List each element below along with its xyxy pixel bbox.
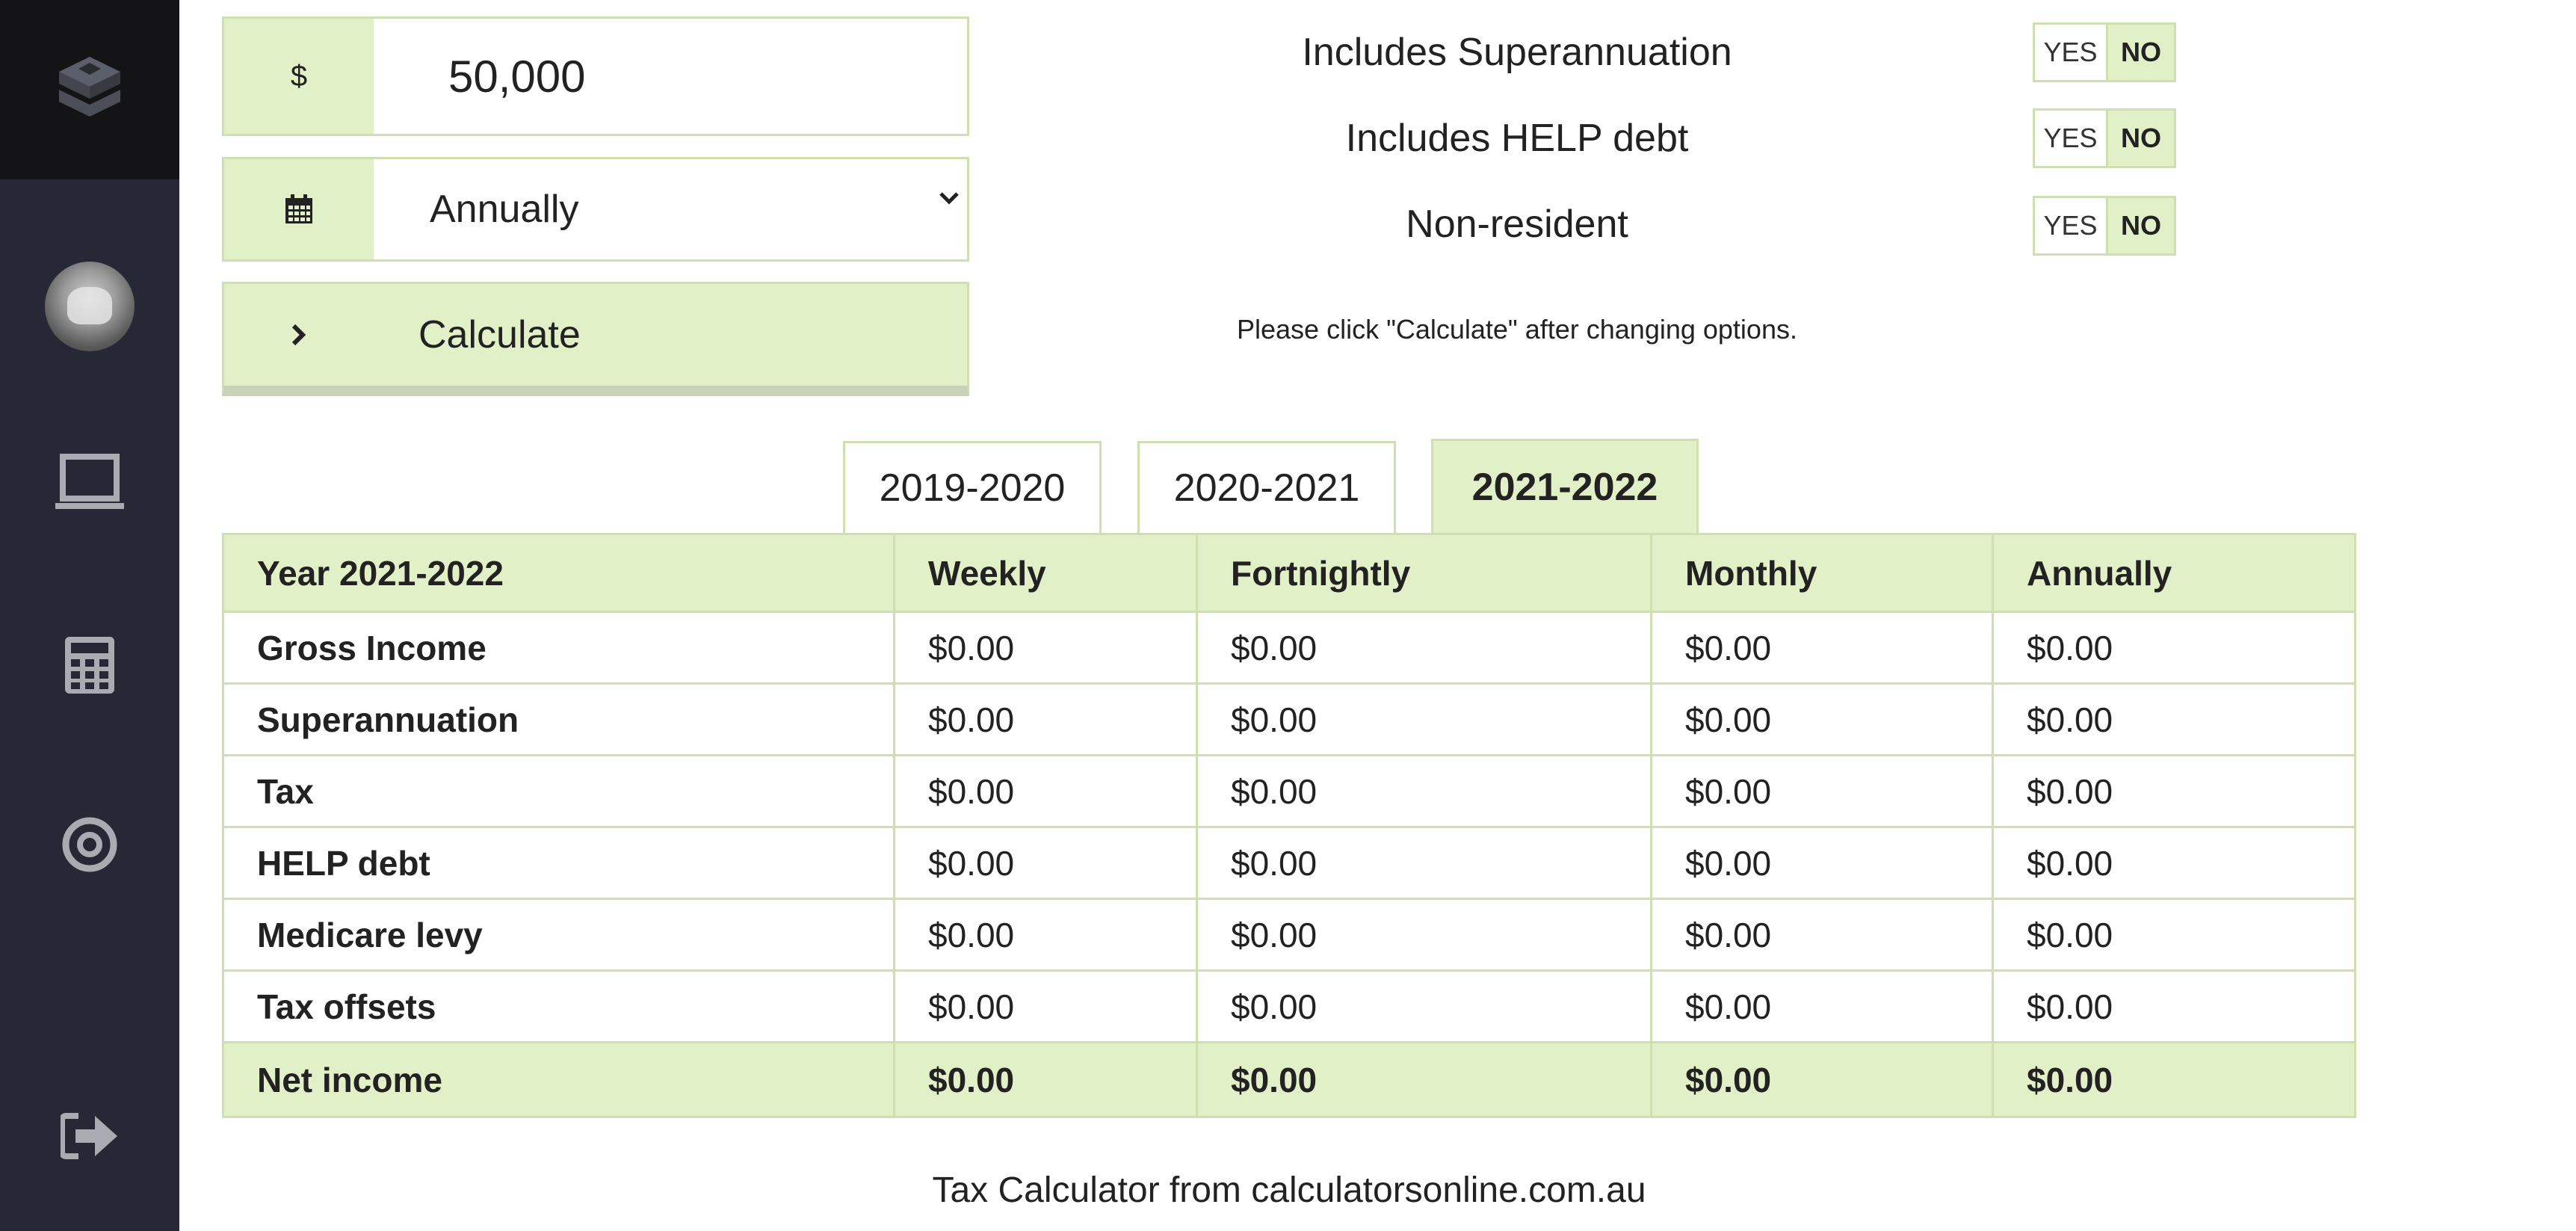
row-label: Tax bbox=[222, 754, 895, 828]
option-label-non-resident: Non-resident bbox=[1406, 203, 1628, 246]
logo[interactable] bbox=[0, 0, 179, 179]
cell-weekly: $0.00 bbox=[893, 611, 1198, 685]
cell-monthly: $0.00 bbox=[1650, 754, 1994, 828]
option-label-superannuation: Includes Superannuation bbox=[1302, 31, 1732, 74]
chevron-addon bbox=[224, 284, 374, 386]
row-label: Gross Income bbox=[222, 611, 895, 685]
toggle-non-resident-no[interactable]: NO bbox=[2106, 198, 2174, 253]
layers-logo-icon bbox=[59, 57, 120, 117]
calendar-icon bbox=[285, 194, 312, 223]
cell-weekly: $0.00 bbox=[893, 682, 1198, 756]
row-label: Tax offsets bbox=[222, 969, 895, 1043]
column-header-monthly: Monthly bbox=[1650, 533, 1994, 613]
option-label-help-debt: Includes HELP debt bbox=[1345, 117, 1689, 160]
calculate-label: Calculate bbox=[418, 313, 581, 357]
table-row: Tax $0.00 $0.00 $0.00 $0.00 bbox=[222, 754, 2356, 828]
logout-icon bbox=[61, 1113, 117, 1159]
cell-weekly: $0.00 bbox=[893, 1041, 1198, 1118]
column-header-weekly: Weekly bbox=[893, 533, 1198, 613]
sidebar-item-goals[interactable] bbox=[0, 811, 179, 878]
cell-fortnightly: $0.00 bbox=[1196, 969, 1652, 1043]
sidebar-item-devices[interactable] bbox=[0, 448, 179, 516]
table-row-net-income: Net income $0.00 $0.00 $0.00 $0.00 bbox=[222, 1041, 2356, 1118]
table-row: Gross Income $0.00 $0.00 $0.00 $0.00 bbox=[222, 611, 2356, 685]
calendar-addon bbox=[224, 159, 374, 259]
cell-fortnightly: $0.00 bbox=[1196, 1041, 1652, 1118]
sidebar-item-calculator[interactable] bbox=[0, 632, 179, 699]
toggle-non-resident[interactable]: YES NO bbox=[2033, 196, 2176, 256]
period-select-value[interactable]: Annually bbox=[374, 159, 967, 259]
period-select[interactable]: Annually bbox=[222, 157, 969, 262]
toggle-superannuation-no[interactable]: NO bbox=[2106, 25, 2174, 80]
results-table: Year 2021-2022 Weekly Fortnightly Monthl… bbox=[222, 533, 2356, 1118]
table-header-row: Year 2021-2022 Weekly Fortnightly Monthl… bbox=[222, 533, 2356, 613]
column-header-annually: Annually bbox=[1992, 533, 2356, 613]
toggle-help-debt-no[interactable]: NO bbox=[2106, 111, 2174, 166]
cell-monthly: $0.00 bbox=[1650, 898, 1994, 972]
chevron-down-icon bbox=[939, 192, 959, 205]
toggle-help-debt-yes[interactable]: YES bbox=[2035, 111, 2106, 166]
cell-monthly: $0.00 bbox=[1650, 969, 1994, 1043]
calculate-hint: Please click "Calculate" after changing … bbox=[1237, 314, 1797, 345]
tab-2019-2020[interactable]: 2019-2020 bbox=[843, 441, 1102, 533]
cell-monthly: $0.00 bbox=[1650, 682, 1994, 756]
row-label: Superannuation bbox=[222, 682, 895, 756]
cell-annually: $0.00 bbox=[1992, 969, 2356, 1043]
cell-fortnightly: $0.00 bbox=[1196, 754, 1652, 828]
table-row: Superannuation $0.00 $0.00 $0.00 $0.00 bbox=[222, 682, 2356, 756]
dollar-icon: $ bbox=[290, 59, 308, 93]
avatar bbox=[45, 262, 135, 351]
cell-annually: $0.00 bbox=[1992, 898, 2356, 972]
currency-addon: $ bbox=[224, 19, 374, 134]
cell-annually: $0.00 bbox=[1992, 682, 2356, 756]
table-row: HELP debt $0.00 $0.00 $0.00 $0.00 bbox=[222, 826, 2356, 900]
row-label: HELP debt bbox=[222, 826, 895, 900]
table-row: Tax offsets $0.00 $0.00 $0.00 $0.00 bbox=[222, 969, 2356, 1043]
cell-fortnightly: $0.00 bbox=[1196, 826, 1652, 900]
cell-weekly: $0.00 bbox=[893, 969, 1198, 1043]
cell-fortnightly: $0.00 bbox=[1196, 898, 1652, 972]
amount-input[interactable]: 50,000 bbox=[374, 19, 967, 134]
amount-field[interactable]: $ 50,000 bbox=[222, 16, 969, 136]
sidebar bbox=[0, 0, 179, 1231]
sidebar-item-logout[interactable] bbox=[0, 1106, 179, 1166]
table-row: Medicare levy $0.00 $0.00 $0.00 $0.00 bbox=[222, 898, 2356, 972]
calculator-icon bbox=[65, 637, 114, 694]
row-label: Medicare levy bbox=[222, 898, 895, 972]
cell-weekly: $0.00 bbox=[893, 898, 1198, 972]
period-value: Annually bbox=[430, 188, 579, 231]
cell-fortnightly: $0.00 bbox=[1196, 611, 1652, 685]
calculate-button[interactable]: Calculate bbox=[222, 282, 969, 396]
footer-credit: Tax Calculator from calculatorsonline.co… bbox=[932, 1170, 1646, 1210]
tab-2020-2021[interactable]: 2020-2021 bbox=[1137, 441, 1396, 533]
cell-monthly: $0.00 bbox=[1650, 611, 1994, 685]
column-header-fortnightly: Fortnightly bbox=[1196, 533, 1652, 613]
profile-avatar-link[interactable] bbox=[0, 262, 179, 351]
laptop-icon bbox=[55, 454, 124, 509]
cell-fortnightly: $0.00 bbox=[1196, 682, 1652, 756]
chevron-right-icon bbox=[291, 324, 306, 346]
toggle-help-debt[interactable]: YES NO bbox=[2033, 108, 2176, 168]
target-icon bbox=[62, 817, 117, 872]
tab-2021-2022[interactable]: 2021-2022 bbox=[1431, 439, 1699, 533]
cell-monthly: $0.00 bbox=[1650, 826, 1994, 900]
cell-monthly: $0.00 bbox=[1650, 1041, 1994, 1118]
row-label: Net income bbox=[222, 1041, 895, 1118]
toggle-non-resident-yes[interactable]: YES bbox=[2035, 198, 2106, 253]
cell-weekly: $0.00 bbox=[893, 754, 1198, 828]
cell-weekly: $0.00 bbox=[893, 826, 1198, 900]
toggle-superannuation-yes[interactable]: YES bbox=[2035, 25, 2106, 80]
cell-annually: $0.00 bbox=[1992, 611, 2356, 685]
toggle-superannuation[interactable]: YES NO bbox=[2033, 22, 2176, 82]
cell-annually: $0.00 bbox=[1992, 826, 2356, 900]
column-header-year: Year 2021-2022 bbox=[222, 533, 895, 613]
cell-annually: $0.00 bbox=[1992, 754, 2356, 828]
cell-annually: $0.00 bbox=[1992, 1041, 2356, 1118]
